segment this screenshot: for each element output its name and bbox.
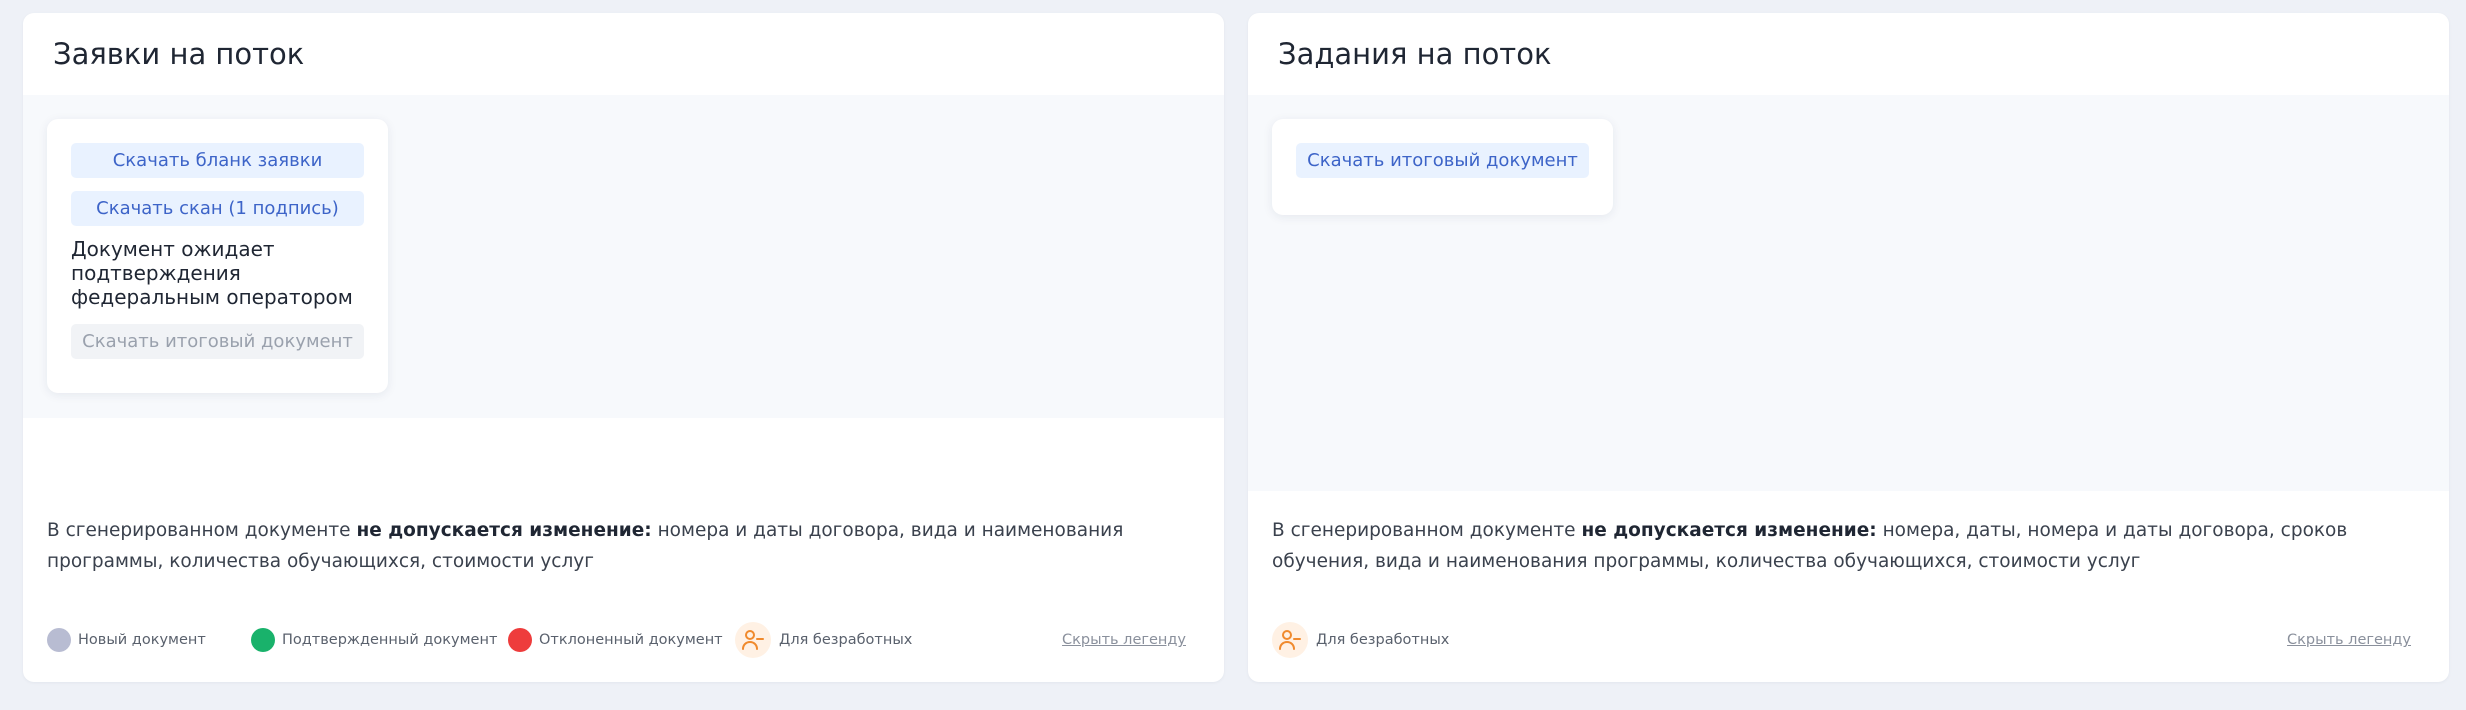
legend-item-unemployed: Для безработных <box>1272 622 1449 658</box>
download-final-document-button[interactable]: Скачать итоговый документ <box>1296 143 1589 178</box>
legend-item-confirmed: Подтвержденный документ <box>251 622 497 658</box>
panel-title: Задания на поток <box>1278 37 1552 71</box>
document-card: Скачать бланк заявки Скачать скан (1 под… <box>47 119 388 393</box>
panel-body: Скачать бланк заявки Скачать скан (1 под… <box>23 95 1224 418</box>
download-form-button[interactable]: Скачать бланк заявки <box>71 143 364 178</box>
green-dot-icon <box>251 628 275 652</box>
note-prefix: В сгенерированном документе <box>47 520 357 541</box>
unemployed-person-icon <box>735 622 771 658</box>
legend-label: Для безработных <box>779 632 913 648</box>
note-bold: не допускается изменение: <box>1581 520 1877 541</box>
hide-legend-link[interactable]: Скрыть легенду <box>1062 622 1186 658</box>
legend-label: Подтвержденный документ <box>282 632 498 648</box>
legend: Новый документ Подтвержденный документ О… <box>47 622 1186 658</box>
legend-item-rejected: Отклоненный документ <box>508 622 723 658</box>
edit-restriction-note: В сгенерированном документе не допускает… <box>47 515 1197 577</box>
hide-legend-link[interactable]: Скрыть легенду <box>2287 622 2411 658</box>
note-prefix: В сгенерированном документе <box>1272 520 1582 541</box>
unemployed-person-icon <box>1272 622 1308 658</box>
legend: Для безработных Скрыть легенду <box>1272 622 2411 658</box>
document-card: Скачать итоговый документ <box>1272 119 1613 215</box>
download-final-document-button: Скачать итоговый документ <box>71 324 364 359</box>
legend-item-new: Новый документ <box>47 622 206 658</box>
gray-dot-icon <box>47 628 71 652</box>
panel-body: Скачать итоговый документ <box>1248 95 2449 491</box>
edit-restriction-note: В сгенерированном документе не допускает… <box>1272 515 2422 577</box>
panel-title: Заявки на поток <box>53 37 305 71</box>
note-bold: не допускается изменение: <box>356 520 652 541</box>
tasks-panel: Задания на поток Скачать итоговый докуме… <box>1248 13 2449 682</box>
legend-label: Для безработных <box>1316 632 1450 648</box>
document-status-text: Документ ожидает подтверждения федеральн… <box>71 237 353 309</box>
legend-item-unemployed: Для безработных <box>735 622 912 658</box>
legend-label: Новый документ <box>78 632 206 648</box>
legend-label: Отклоненный документ <box>539 632 723 648</box>
red-dot-icon <box>508 628 532 652</box>
applications-panel: Заявки на поток Скачать бланк заявки Ска… <box>23 13 1224 682</box>
download-scan-button[interactable]: Скачать скан (1 подпись) <box>71 191 364 226</box>
